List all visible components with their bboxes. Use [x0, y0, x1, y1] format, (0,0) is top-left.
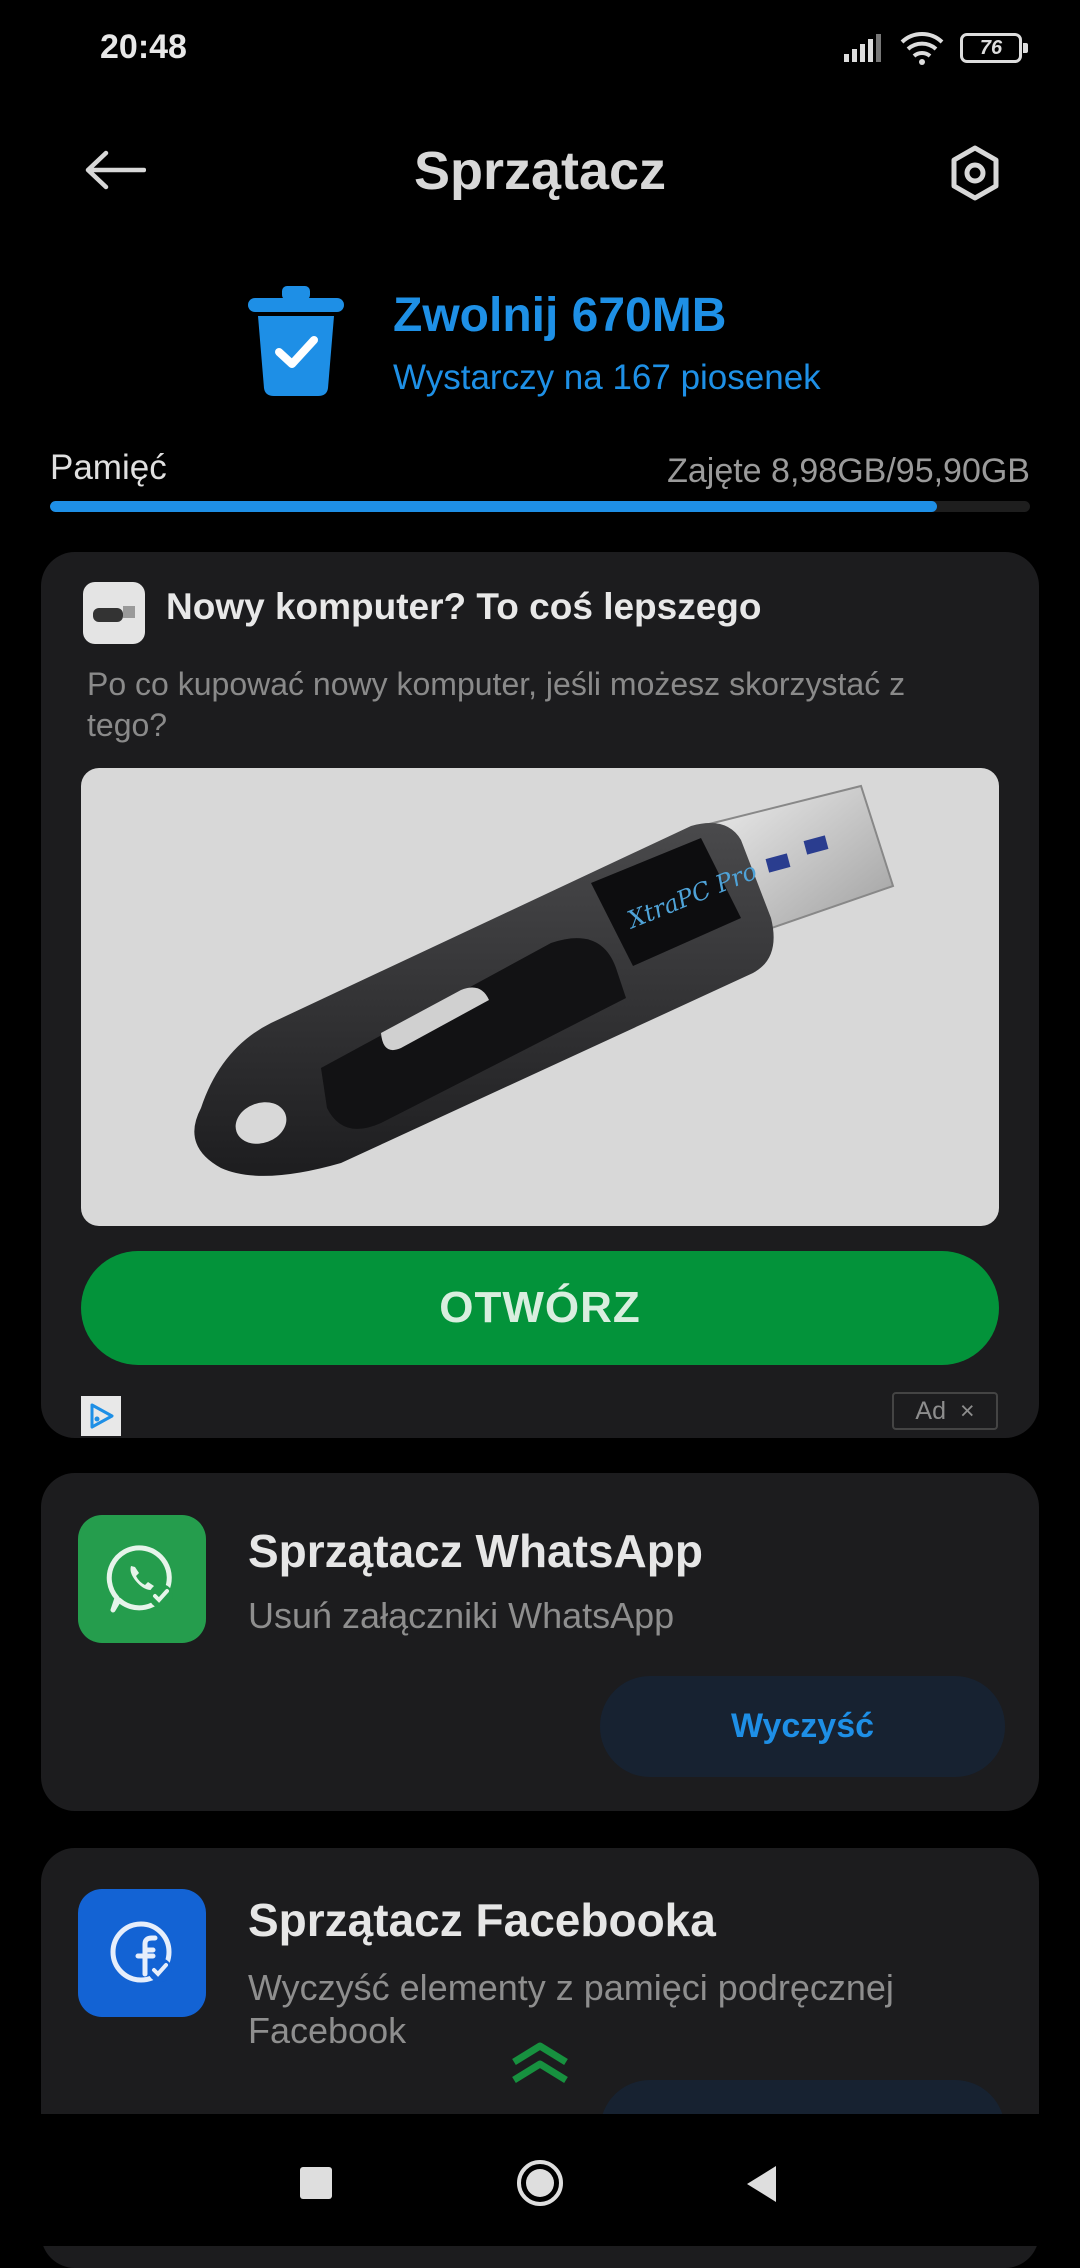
storage-progress-fill [50, 501, 937, 512]
nav-back-button[interactable] [744, 2164, 780, 2209]
facebook-icon [78, 1889, 206, 2017]
battery-icon: 76 [960, 33, 1028, 63]
storage-value: Zajęte 8,98GB/95,90GB [667, 452, 1030, 490]
storage-label: Pamięć [50, 448, 167, 487]
ad-open-button[interactable]: OTWÓRZ [81, 1251, 999, 1365]
settings-button[interactable] [940, 138, 1010, 208]
storage-progress-bar [50, 501, 1030, 512]
gear-icon [951, 145, 999, 201]
facebook-cleaner-subtitle: Wyczyść elementy z pamięci podręcznej Fa… [248, 1967, 894, 2051]
whatsapp-cleaner-title: Sprzątacz WhatsApp [248, 1525, 703, 1577]
page-title: Sprzątacz [413, 141, 667, 201]
adchoices-icon[interactable] [81, 1396, 121, 1436]
ad-badge[interactable]: Ad × [892, 1392, 998, 1430]
free-space-subtitle: Wystarczy na 167 piosenek [393, 358, 821, 397]
wifi-icon [900, 32, 944, 65]
scroll-up-icon[interactable] [508, 2038, 572, 2091]
ad-close-icon[interactable]: × [960, 1397, 975, 1426]
status-time: 20:48 [100, 28, 187, 66]
ad-title: Nowy komputer? To coś lepszego [166, 586, 762, 627]
ad-image-usb-drive[interactable]: XtraPC Pro [81, 768, 999, 1226]
ad-app-icon [83, 582, 145, 644]
battery-level: 76 [979, 36, 1003, 59]
status-icons: 76 [844, 28, 1028, 68]
recents-button[interactable] [300, 2167, 332, 2199]
facebook-cleaner-title: Sprzątacz Facebooka [248, 1894, 716, 1946]
ad-description: Po co kupować nowy komputer, jeśli możes… [87, 666, 906, 743]
free-space-title: Zwolnij 670MB [393, 289, 727, 342]
home-button[interactable] [515, 2158, 565, 2208]
ad-badge-label: Ad [915, 1396, 946, 1425]
trash-check-icon [248, 284, 344, 401]
whatsapp-cleaner-subtitle: Usuń załączniki WhatsApp [248, 1595, 675, 1636]
whatsapp-icon [78, 1515, 206, 1643]
whatsapp-clean-button[interactable]: Wyczyść [600, 1676, 1005, 1777]
signal-icon [844, 34, 881, 62]
